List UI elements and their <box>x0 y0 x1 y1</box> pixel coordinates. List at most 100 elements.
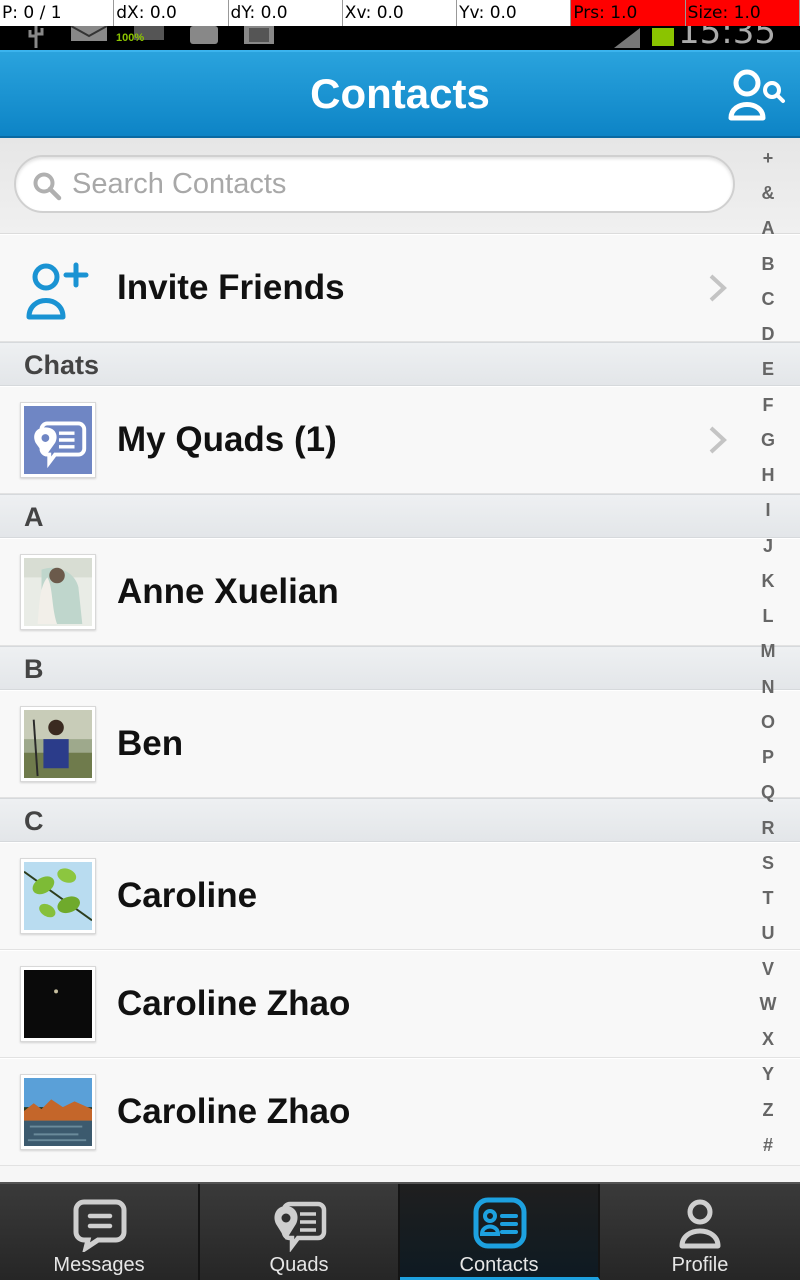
invite-friends-label: Invite Friends <box>117 268 345 307</box>
save-icon <box>190 26 218 44</box>
app-header: Contacts <box>0 50 800 138</box>
contact-name: Caroline <box>117 876 258 915</box>
alphabet-index[interactable]: + & A B C D E F G H I J K L M N O P Q R S T U V W X Y Z # <box>742 148 794 1170</box>
tab-messages[interactable]: Messages <box>0 1184 200 1280</box>
chat-name: My Quads (1) <box>117 420 337 459</box>
tab-label: Profile <box>671 1254 729 1276</box>
alphabet-index-letter[interactable]: M <box>742 641 794 662</box>
debug-yv: Yv: 0.0 <box>457 0 572 26</box>
contact-row[interactable]: Caroline <box>0 842 800 950</box>
alphabet-index-letter[interactable]: U <box>742 923 794 944</box>
status-clock: 15:35 <box>678 26 776 50</box>
section-label: Chats <box>24 350 100 380</box>
alphabet-index-letter[interactable]: S <box>742 853 794 874</box>
alphabet-index-letter[interactable]: K <box>742 571 794 592</box>
contact-photo <box>24 970 92 1038</box>
alphabet-index-letter[interactable]: E <box>742 359 794 380</box>
contact-photo <box>24 710 92 778</box>
clipboard-icon <box>244 26 274 44</box>
invite-friends-row[interactable]: Invite Friends <box>0 234 800 342</box>
alphabet-index-letter[interactable]: A <box>742 218 794 239</box>
contact-row[interactable]: Caroline Zhao <box>0 950 800 1058</box>
chevron-right-icon <box>709 426 727 454</box>
section-header-b: B <box>0 646 800 690</box>
tab-label: Quads <box>269 1254 329 1276</box>
contact-name: Anne Xuelian <box>117 572 339 611</box>
contact-name: Caroline Zhao <box>117 984 351 1023</box>
debug-dx: dX: 0.0 <box>114 0 229 26</box>
alphabet-index-letter[interactable]: I <box>742 500 794 521</box>
tab-contacts[interactable]: Contacts <box>400 1184 600 1280</box>
contact-photo <box>24 1078 92 1146</box>
debug-pointer: P: 0 / 1 <box>0 0 115 26</box>
contact-row[interactable]: Anne Xuelian <box>0 538 800 646</box>
section-label: B <box>24 654 44 684</box>
alphabet-index-letter[interactable]: Z <box>742 1100 794 1121</box>
avatar <box>20 706 96 782</box>
search-input[interactable] <box>72 163 712 205</box>
add-person-icon <box>26 262 89 320</box>
search-box[interactable] <box>14 155 735 213</box>
alphabet-index-letter[interactable]: # <box>742 1135 794 1156</box>
pointer-debug-bar: P: 0 / 1 dX: 0.0 dY: 0.0 Xv: 0.0 Yv: 0.0… <box>0 0 800 26</box>
contact-name: Caroline Zhao <box>117 1092 351 1131</box>
mail-icon <box>70 26 108 41</box>
notification-icons <box>28 26 274 50</box>
signal-icon <box>614 28 640 48</box>
bottom-tab-bar: Messages Quads Contacts Profile <box>0 1182 800 1280</box>
alphabet-index-letter[interactable]: O <box>742 712 794 733</box>
debug-prs: Prs: 1.0 <box>571 0 686 26</box>
section-header-c: C <box>0 798 800 842</box>
contact-row[interactable]: Caroline Zhao <box>0 1058 800 1166</box>
contact-list[interactable]: Invite Friends Chats My Quads (1) A Anne… <box>0 234 800 1182</box>
debug-size: Size: 1.0 <box>685 0 800 26</box>
usb-icon <box>28 26 44 48</box>
tab-label: Messages <box>53 1254 145 1276</box>
alphabet-index-letter[interactable]: R <box>742 818 794 839</box>
alphabet-index-letter[interactable]: H <box>742 465 794 486</box>
chat-row-my-quads[interactable]: My Quads (1) <box>0 386 800 494</box>
avatar <box>20 858 96 934</box>
contact-photo <box>24 558 92 626</box>
alphabet-index-letter[interactable]: J <box>742 536 794 557</box>
tab-label: Contacts <box>459 1254 539 1276</box>
alphabet-index-letter[interactable]: P <box>742 747 794 768</box>
contacts-icon <box>473 1197 527 1249</box>
debug-dy: dY: 0.0 <box>229 0 343 26</box>
search-icon <box>33 172 62 201</box>
alphabet-index-letter[interactable]: G <box>742 430 794 451</box>
alphabet-index-letter[interactable]: N <box>742 677 794 698</box>
section-header-a: A <box>0 494 800 538</box>
find-friends-icon[interactable] <box>726 66 786 126</box>
contact-row[interactable]: Ben <box>0 690 800 798</box>
tab-profile[interactable]: Profile <box>600 1184 800 1280</box>
alphabet-index-letter[interactable]: D <box>742 324 794 345</box>
alphabet-index-letter[interactable]: B <box>742 254 794 275</box>
section-label: A <box>24 502 44 532</box>
alphabet-index-letter[interactable]: L <box>742 606 794 627</box>
profile-icon <box>679 1199 721 1249</box>
alphabet-index-letter[interactable]: Q <box>742 782 794 803</box>
quads-avatar <box>20 402 96 478</box>
avatar <box>20 966 96 1042</box>
section-header-chats: Chats <box>0 342 800 386</box>
avatar <box>20 554 96 630</box>
debug-xv: Xv: 0.0 <box>343 0 458 26</box>
section-label: C <box>24 806 44 836</box>
alphabet-index-letter[interactable]: W <box>742 994 794 1015</box>
alphabet-index-letter[interactable]: F <box>742 395 794 416</box>
messages-icon <box>73 1199 127 1252</box>
battery-icon <box>652 28 674 46</box>
alphabet-index-letter[interactable]: + <box>742 148 794 169</box>
battery-percent: 100% <box>116 32 145 44</box>
alphabet-index-letter[interactable]: V <box>742 959 794 980</box>
alphabet-index-letter[interactable]: & <box>742 183 794 204</box>
alphabet-index-letter[interactable]: Y <box>742 1064 794 1085</box>
alphabet-index-letter[interactable]: X <box>742 1029 794 1050</box>
tab-quads[interactable]: Quads <box>200 1184 400 1280</box>
page-title: Contacts <box>310 70 490 117</box>
search-bar <box>0 138 800 234</box>
alphabet-index-letter[interactable]: C <box>742 289 794 310</box>
alphabet-index-letter[interactable]: T <box>742 888 794 909</box>
chevron-right-icon <box>709 274 727 302</box>
